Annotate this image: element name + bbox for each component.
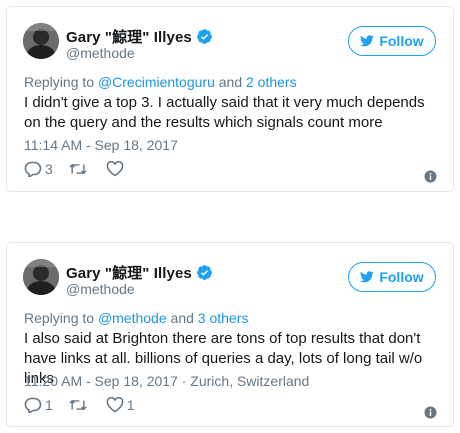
tweet-actions: 1 1 — [24, 397, 151, 413]
info-icon[interactable] — [424, 170, 437, 183]
reply-others-link[interactable]: 3 others — [198, 310, 249, 326]
replying-joiner: and — [214, 74, 246, 90]
follow-button-label: Follow — [379, 269, 424, 285]
follow-button[interactable]: Follow — [348, 26, 436, 56]
verified-badge-icon — [196, 264, 213, 281]
follow-button-label: Follow — [379, 33, 424, 49]
heart-icon — [106, 161, 124, 177]
twitter-bird-icon — [360, 271, 375, 283]
replying-joiner: and — [166, 310, 198, 326]
reply-count: 3 — [45, 161, 53, 177]
reply-button[interactable]: 3 — [24, 161, 53, 177]
like-button[interactable]: 1 — [106, 397, 135, 413]
reply-icon — [24, 397, 42, 413]
verified-badge-icon — [196, 28, 213, 45]
heart-icon — [106, 397, 124, 413]
tweet-timestamp[interactable]: 11:14 AM - Sep 18, 2017 — [24, 137, 178, 153]
tweet-text: I didn't give a top 3. I actually said t… — [24, 94, 425, 131]
retweet-icon — [69, 399, 87, 411]
follow-button[interactable]: Follow — [348, 262, 436, 292]
author-display-name[interactable]: Gary "鯨理" Illyes — [66, 26, 192, 47]
reply-target-link[interactable]: @Crecimientoguru — [98, 74, 215, 90]
info-icon[interactable] — [424, 406, 437, 419]
retweet-icon — [69, 163, 87, 175]
reply-others-link[interactable]: 2 others — [246, 74, 297, 90]
tweet-timestamp[interactable]: 11:20 AM - Sep 18, 2017 · Zurich, Switze… — [24, 373, 309, 389]
replying-to-line: Replying to @Crecimientoguru and 2 other… — [24, 74, 297, 90]
retweet-button[interactable] — [69, 161, 90, 177]
author-handle[interactable]: @methode — [66, 45, 135, 61]
tweet-card-2: Gary "鯨理" Illyes @methode Follow Replyin… — [6, 242, 454, 427]
author-display-name[interactable]: Gary "鯨理" Illyes — [66, 262, 192, 283]
avatar[interactable] — [23, 23, 59, 59]
replying-prefix: Replying to — [24, 310, 98, 326]
replying-to-line: Replying to @methode and 3 others — [24, 310, 248, 326]
tweet-card-1: Gary "鯨理" Illyes @methode Follow Replyin… — [6, 6, 454, 192]
author-name-row[interactable]: Gary "鯨理" Illyes — [66, 26, 213, 47]
twitter-bird-icon — [360, 35, 375, 47]
replying-prefix: Replying to — [24, 74, 98, 90]
like-count: 1 — [126, 397, 135, 413]
avatar[interactable] — [23, 259, 59, 295]
reply-icon — [24, 161, 42, 177]
tweet-actions: 3 — [24, 161, 143, 177]
reply-button[interactable]: 1 — [24, 397, 53, 413]
like-button[interactable] — [106, 161, 127, 177]
author-handle[interactable]: @methode — [66, 281, 135, 297]
reply-target-link[interactable]: @methode — [98, 310, 167, 326]
author-name-row[interactable]: Gary "鯨理" Illyes — [66, 262, 213, 283]
retweet-button[interactable] — [69, 397, 90, 413]
reply-count: 1 — [45, 397, 53, 413]
